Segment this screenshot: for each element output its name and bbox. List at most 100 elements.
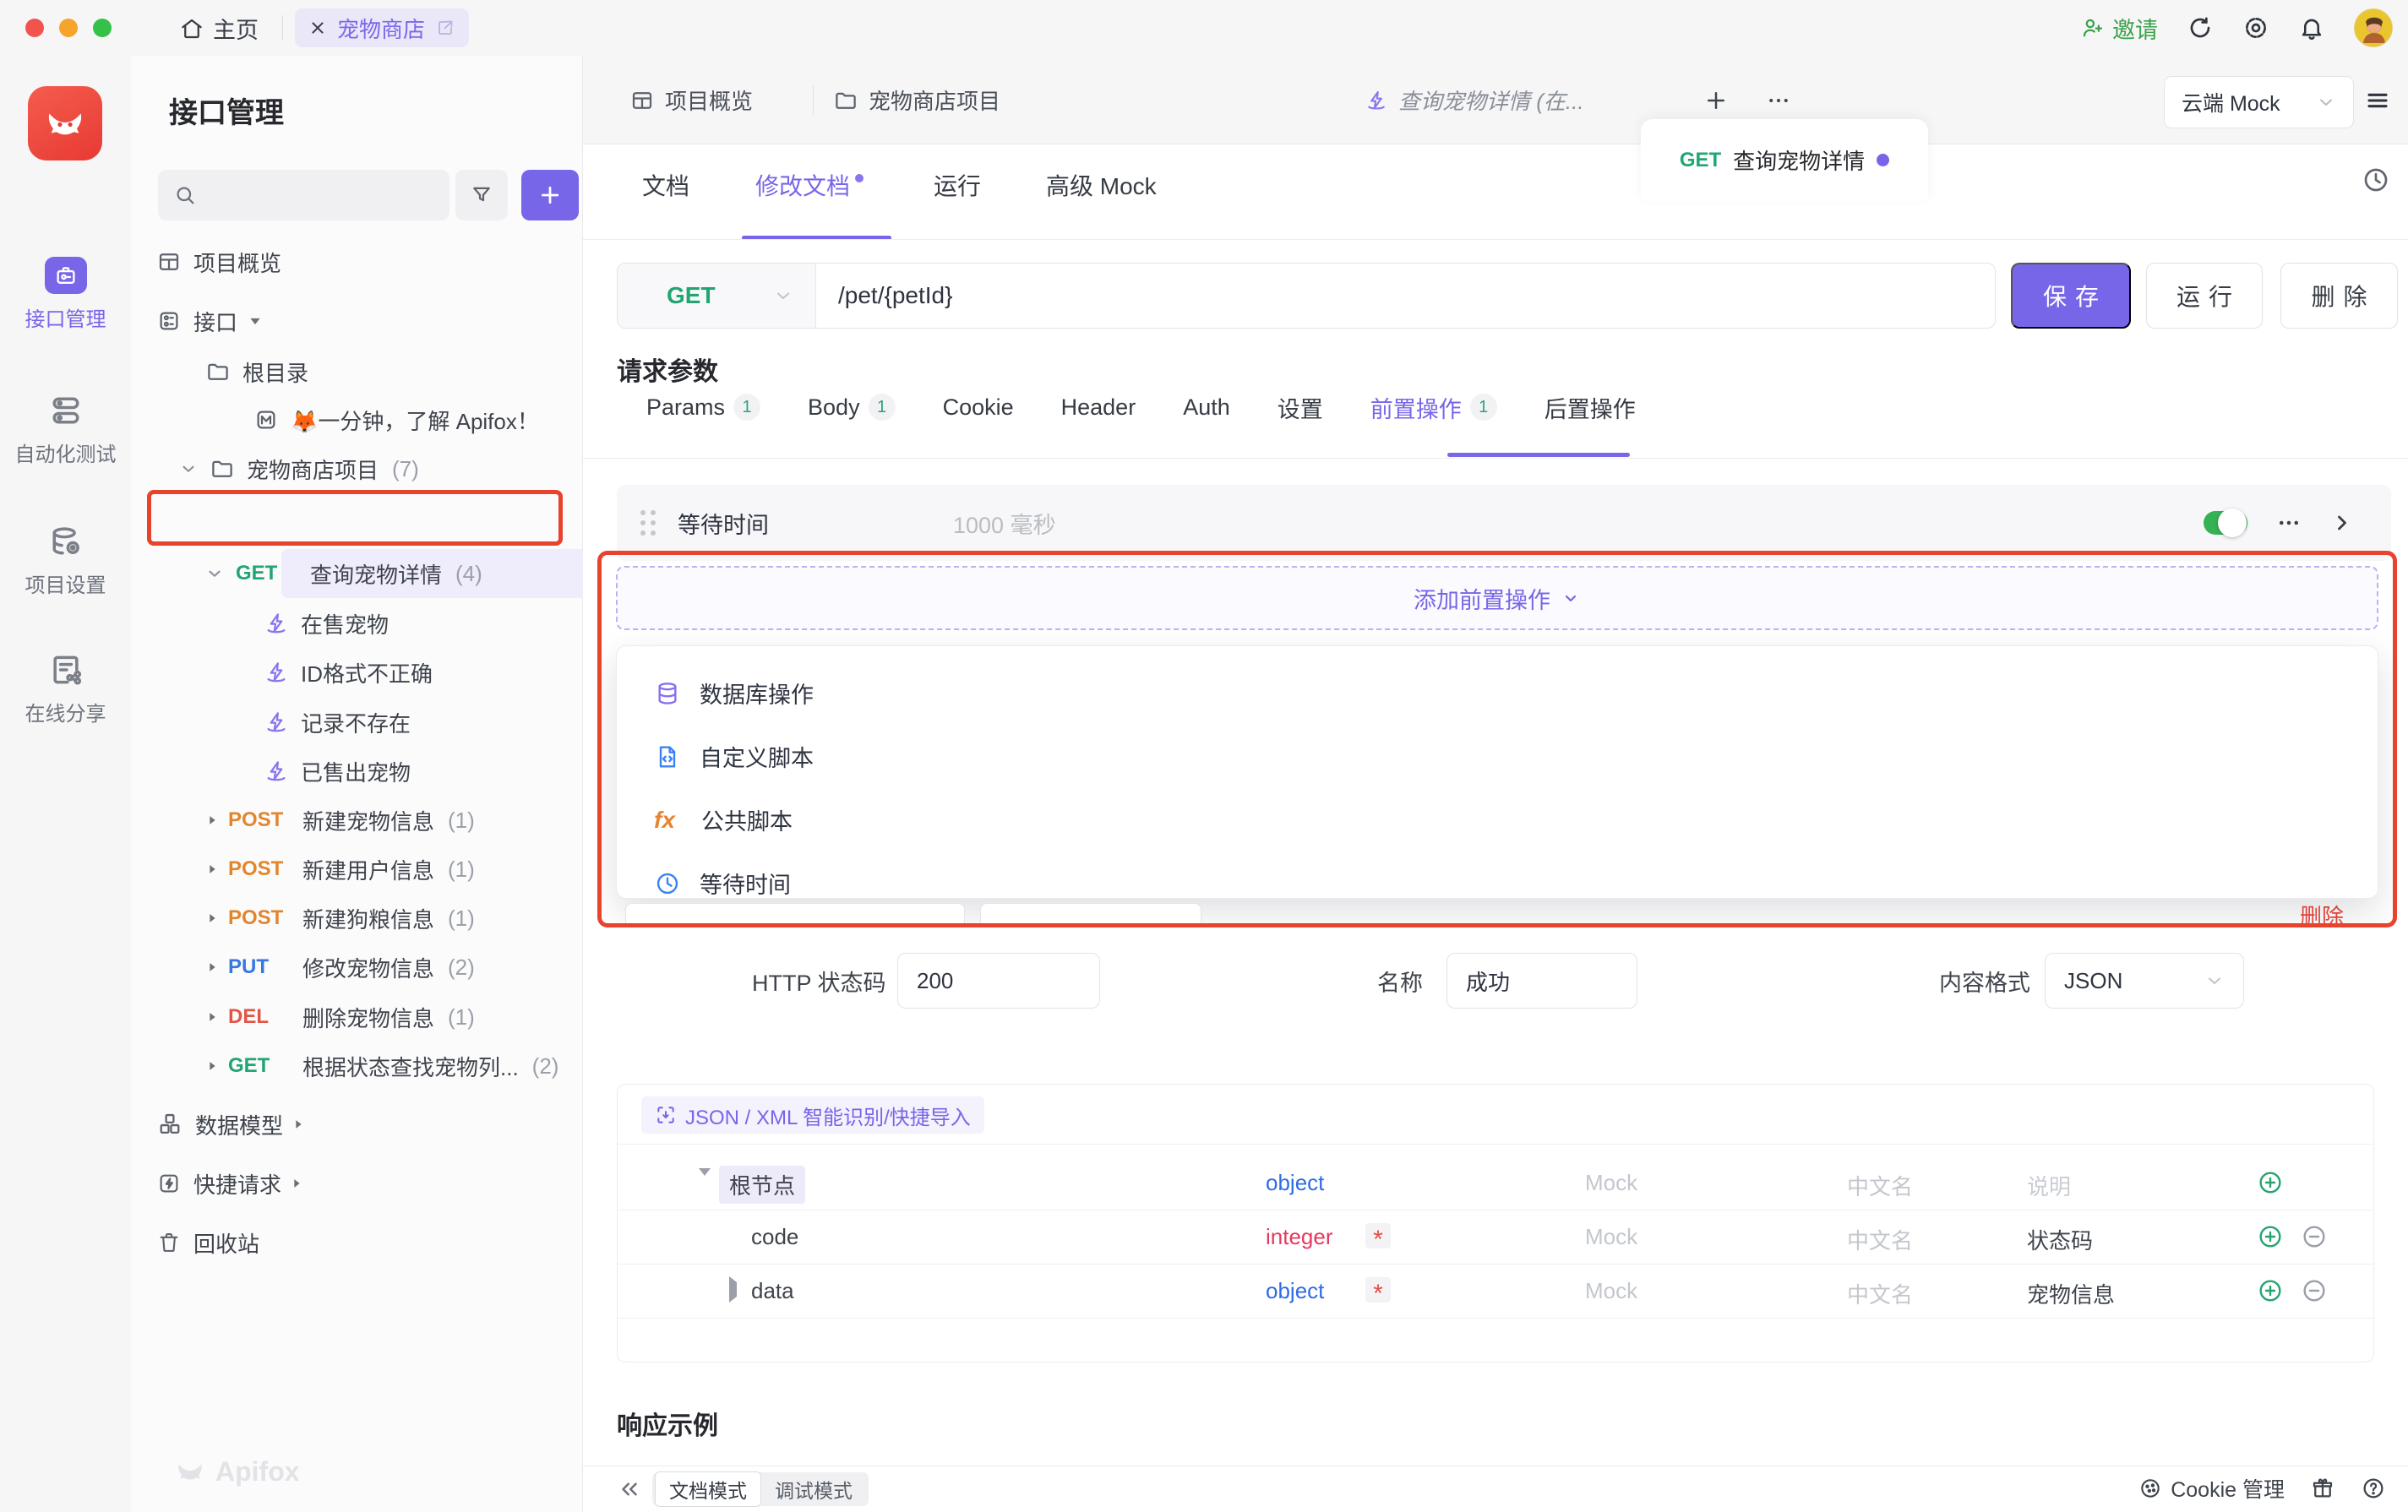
field-type[interactable]: object: [1266, 1278, 1324, 1304]
help-icon[interactable]: [2361, 1476, 2386, 1501]
caret-right-icon[interactable]: [210, 865, 215, 873]
add-field-icon[interactable]: [2257, 1169, 2284, 1196]
caret-right-icon[interactable]: [296, 1120, 301, 1129]
more-icon[interactable]: [2276, 510, 2302, 536]
close-icon[interactable]: [308, 19, 327, 37]
field-type[interactable]: integer: [1266, 1224, 1333, 1250]
rail-item-auto-test[interactable]: 自动化测试: [0, 392, 131, 467]
sidebar-item-petstore-folder[interactable]: 宠物商店项目 (7): [179, 444, 419, 493]
tab-post-operations[interactable]: 后置操作: [1544, 391, 1636, 424]
bell-icon[interactable]: [2298, 14, 2325, 41]
description-placeholder[interactable]: 说明: [2027, 1170, 2071, 1201]
add-field-icon[interactable]: [2257, 1277, 2284, 1304]
method-select[interactable]: GET: [618, 264, 816, 328]
filter-button[interactable]: [455, 170, 508, 220]
format-select[interactable]: JSON: [2045, 953, 2244, 1009]
sidebar-item-markdown-doc[interactable]: 🦊一分钟，了解 Apifox！: [253, 395, 539, 444]
sidebar-item-project-overview[interactable]: 项目概览: [156, 237, 281, 286]
schema-row-data[interactable]: data object * Mock 中文名 宠物信息: [618, 1264, 2373, 1318]
wait-time-row[interactable]: 等待时间 1000 毫秒: [617, 485, 2391, 561]
drag-handle-icon[interactable]: [640, 510, 656, 536]
http-status-input[interactable]: 200: [897, 953, 1100, 1009]
add-field-icon[interactable]: [2257, 1223, 2284, 1250]
sidebar-item-del-delete-pet[interactable]: DEL 删除宠物信息 (1): [209, 993, 475, 1042]
field-name[interactable]: code: [751, 1224, 798, 1250]
caret-down-icon[interactable]: [250, 318, 259, 324]
caret-right-icon[interactable]: [210, 1013, 215, 1021]
url-input[interactable]: /pet/{petId}: [816, 264, 1995, 328]
sidebar-item-get-pet-detail[interactable]: GET 查询宠物详情 (4): [205, 549, 482, 598]
sidebar-item-post-create-user[interactable]: POST 新建用户信息 (1): [209, 845, 475, 894]
enable-toggle[interactable]: [2204, 511, 2247, 535]
sidebar-item-put-update-pet[interactable]: PUT 修改宠物信息 (2): [209, 943, 475, 992]
mock-placeholder[interactable]: Mock: [1585, 1278, 1637, 1304]
sidebar-item-case-not-found[interactable]: 记录不存在: [264, 698, 411, 747]
menu-item-public-script[interactable]: fx 公共脚本: [617, 788, 2378, 851]
sidebar-item-case-onsale[interactable]: 在售宠物: [264, 599, 389, 648]
tab-cookie[interactable]: Cookie: [943, 394, 1014, 421]
apifox-logo[interactable]: [28, 86, 102, 160]
sync-icon[interactable]: [2187, 14, 2214, 41]
tab-auth[interactable]: Auth: [1183, 394, 1230, 421]
external-link-icon[interactable]: [435, 18, 455, 38]
cn-name-placeholder[interactable]: 中文名: [1847, 1224, 1913, 1255]
tab-params[interactable]: Params1: [646, 394, 760, 421]
tab-get-pet-detail-active[interactable]: GET 查询宠物详情: [1641, 119, 1928, 201]
sidebar-item-post-create-pet[interactable]: POST 新建宠物信息 (1): [209, 796, 475, 845]
debug-mode-button[interactable]: 调试模式: [761, 1472, 866, 1506]
rail-item-project-settings[interactable]: 项目设置: [0, 523, 131, 598]
sidebar-item-recycle-bin[interactable]: 回收站: [156, 1218, 259, 1267]
menu-item-custom-script[interactable]: 自定义脚本: [617, 725, 2378, 788]
home-button[interactable]: 主页: [179, 12, 259, 45]
description-value[interactable]: 宠物信息: [2027, 1278, 2115, 1309]
search-input[interactable]: [158, 170, 449, 220]
caret-right-icon[interactable]: [210, 963, 215, 971]
sidebar-item-case-bad-id[interactable]: ID格式不正确: [264, 648, 433, 697]
obscured-delete-link[interactable]: 删除: [2300, 900, 2344, 927]
cn-name-placeholder[interactable]: 中文名: [1847, 1278, 1913, 1309]
mock-env-select[interactable]: 云端 Mock: [2164, 76, 2354, 128]
invite-button[interactable]: 邀请: [2080, 12, 2158, 45]
caret-right-icon[interactable]: [729, 1282, 737, 1297]
caret-right-icon[interactable]: [294, 1179, 299, 1188]
tab-body[interactable]: Body1: [808, 394, 896, 421]
window-minimize-button[interactable]: [59, 19, 78, 37]
sidebar-item-case-sold[interactable]: 已售出宠物: [264, 747, 411, 796]
mock-placeholder[interactable]: Mock: [1585, 1224, 1637, 1250]
sidebar-item-apis[interactable]: 接口: [156, 296, 261, 345]
chevron-down-icon[interactable]: [205, 564, 224, 583]
history-icon[interactable]: [2361, 165, 2391, 195]
caret-right-icon[interactable]: [210, 1062, 215, 1070]
chevron-down-icon[interactable]: [179, 460, 198, 478]
menu-item-database-operation[interactable]: 数据库操作: [617, 661, 2378, 725]
search-field[interactable]: [207, 183, 427, 208]
sidebar-item-post-create-food[interactable]: POST 新建狗粮信息 (1): [209, 894, 475, 943]
doc-mode-button[interactable]: 文档模式: [655, 1471, 761, 1507]
sidebar-item-root-folder[interactable]: 根目录: [205, 347, 308, 396]
cookie-manage-button[interactable]: Cookie 管理: [2138, 1473, 2285, 1504]
subtab-docs[interactable]: 文档: [642, 168, 689, 202]
sidebar-item-data-models[interactable]: 数据模型: [156, 1100, 302, 1149]
caret-right-icon[interactable]: [210, 914, 215, 922]
cn-name-placeholder[interactable]: 中文名: [1847, 1170, 1913, 1201]
tab-settings[interactable]: 设置: [1278, 391, 1323, 424]
remove-field-icon[interactable]: [2301, 1277, 2328, 1304]
schema-row-code[interactable]: code integer * Mock 中文名 状态码: [618, 1210, 2373, 1264]
project-tab-pill[interactable]: 宠物商店: [295, 8, 469, 47]
field-name[interactable]: data: [751, 1278, 794, 1304]
tab-pet-detail-draft[interactable]: 查询宠物详情 (在...: [1365, 56, 1584, 144]
menu-hamburger-icon[interactable]: [2364, 56, 2391, 144]
sidebar-item-get-find-by-status[interactable]: GET 根据状态查找宠物列... (2): [209, 1042, 558, 1090]
save-button[interactable]: 保存: [2011, 263, 2131, 329]
sidebar-item-quick-request[interactable]: 快捷请求: [156, 1159, 301, 1208]
tab-header[interactable]: Header: [1061, 394, 1136, 421]
rail-item-online-share[interactable]: 在线分享: [0, 651, 131, 726]
caret-right-icon[interactable]: [210, 816, 215, 824]
schema-row-root[interactable]: 根节点 object Mock 中文名 说明: [618, 1156, 2373, 1210]
subtab-run[interactable]: 运行: [934, 168, 981, 202]
add-button[interactable]: [521, 170, 579, 220]
tab-project-overview[interactable]: 项目概览: [629, 56, 753, 144]
window-zoom-button[interactable]: [93, 19, 112, 37]
avatar[interactable]: [2354, 8, 2393, 47]
add-pre-operation-button[interactable]: 添加前置操作: [616, 566, 2378, 630]
